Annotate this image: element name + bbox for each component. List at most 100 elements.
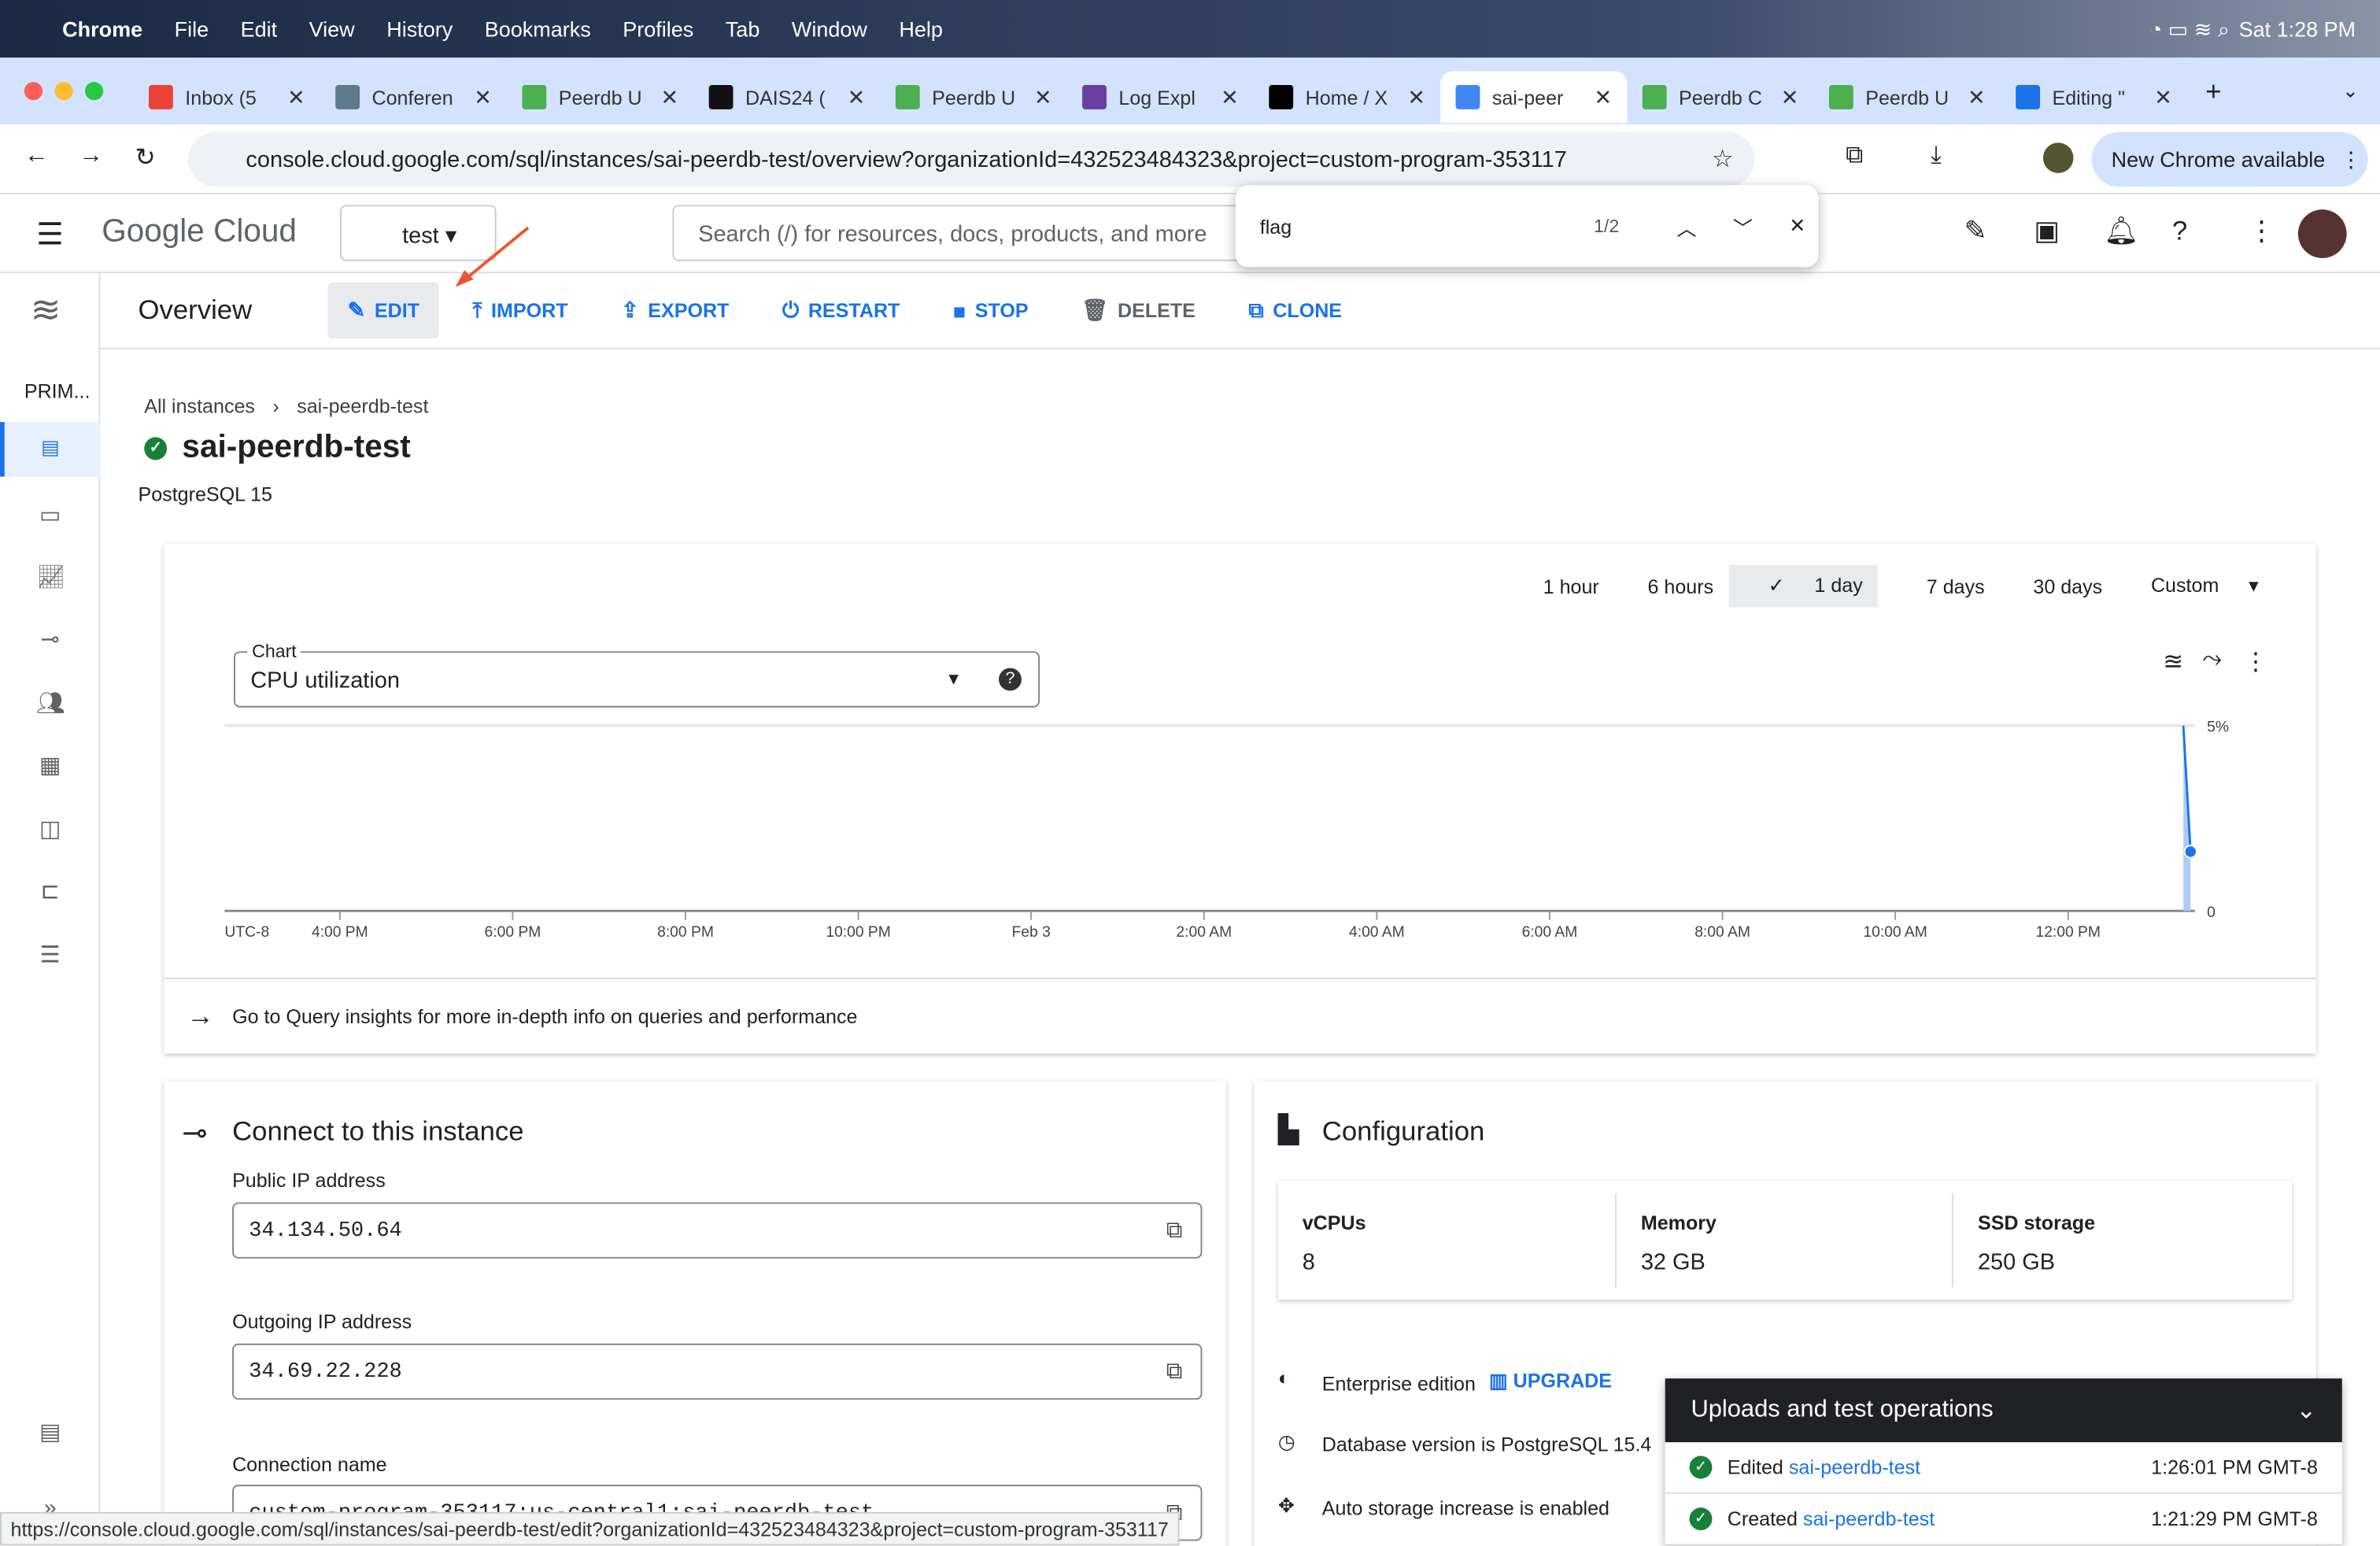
cloud-shell-icon[interactable]: ▣ <box>2034 216 2060 248</box>
time-range-option[interactable]: ✓ 1 day <box>1728 564 1879 608</box>
browser-tab[interactable]: Log Expl ✕ <box>1067 72 1254 124</box>
user-avatar[interactable] <box>2297 209 2347 258</box>
rail-backups-icon[interactable]: ◫ <box>36 816 64 843</box>
explore-chart-icon[interactable]: ⤳ <box>2202 647 2222 675</box>
reload-button[interactable]: ↻ <box>135 142 156 173</box>
tab-close-icon[interactable]: ✕ <box>1221 84 1239 110</box>
tab-close-icon[interactable]: ✕ <box>1595 84 1613 110</box>
wifi-icon[interactable]: ◔ ▭ ≋ ⌕ <box>2149 16 2230 42</box>
time-range-option[interactable]: 6 hours <box>1624 575 1713 597</box>
rail-system-insights-icon[interactable]: ▭ <box>36 501 64 528</box>
browser-tab[interactable]: Peerdb U ✕ <box>881 72 1067 124</box>
browser-tab[interactable]: Peerdb C ✕ <box>1627 72 1813 124</box>
notes-icon[interactable]: ✎ <box>1964 216 1987 248</box>
rail-connections-icon[interactable]: ⊸ <box>36 626 64 653</box>
rail-operations-icon[interactable]: ☰ <box>36 941 64 969</box>
google-cloud-logo[interactable]: Google Cloud <box>102 214 297 250</box>
browser-tab[interactable]: Editing " ✕ <box>2001 72 2187 124</box>
find-input[interactable]: flag <box>1260 215 1564 238</box>
legend-toggle-icon[interactable]: ≊ <box>2163 647 2183 678</box>
tab-close-icon[interactable]: ✕ <box>660 84 678 110</box>
tab-close-icon[interactable]: ✕ <box>474 84 492 110</box>
more-icon[interactable]: ⋮ <box>2248 216 2275 248</box>
help-icon[interactable]: ? <box>999 668 1022 691</box>
menu-tab[interactable]: Tab <box>726 17 760 41</box>
url-text[interactable]: console.cloud.google.com/sql/instances/s… <box>246 146 1566 172</box>
menu-profiles[interactable]: Profiles <box>623 17 693 41</box>
profile-avatar[interactable] <box>2042 142 2074 173</box>
operations-header[interactable]: Uploads and test operations ⌄ <box>1665 1378 2342 1443</box>
chart-more-icon[interactable]: ⋮ <box>2243 647 2267 678</box>
public-ip-field[interactable]: 34.134.50.64 ⧉ <box>232 1202 1203 1259</box>
import-button[interactable]: ⤒ IMPORT <box>473 298 568 324</box>
clone-button[interactable]: ⧉ CLONE <box>1248 298 1342 324</box>
operation-target-link[interactable]: sai-peerdb-test <box>1803 1507 1935 1530</box>
maximize-window-button[interactable] <box>85 82 104 101</box>
browser-tab[interactable]: DAIS24 (✕ <box>693 72 880 124</box>
browser-tab[interactable]: Peerdb U ✕ <box>507 72 693 124</box>
edit-button[interactable]: ✎ EDIT <box>327 282 440 339</box>
menu-view[interactable]: View <box>309 17 355 41</box>
search-input[interactable]: Search (/) for resources, docs, products… <box>672 205 1250 261</box>
new-tab-button[interactable]: + <box>2205 75 2221 107</box>
download-icon[interactable]: ⤓ <box>1931 142 1942 170</box>
hamburger-menu-icon[interactable]: ☰ <box>36 216 64 253</box>
tab-close-icon[interactable]: ✕ <box>2154 84 2172 110</box>
browser-tab[interactable]: sai-peer ✕ <box>1440 71 1628 124</box>
time-range-option[interactable]: 7 days <box>1902 575 1985 597</box>
rail-replicas-icon[interactable]: ⊏ <box>36 878 64 905</box>
outgoing-ip-field[interactable]: 34.69.22.228 ⧉ <box>232 1343 1203 1400</box>
rail-databases-icon[interactable]: ▦ <box>36 752 64 779</box>
rail-users-icon[interactable]: 👥︎ <box>36 690 65 717</box>
query-insights-link[interactable]: → Go to Query insights for more in-depth … <box>164 978 2317 1053</box>
find-close-button[interactable]: ✕ <box>1789 214 1805 239</box>
browser-tab[interactable]: Peerdb U ✕ <box>1814 72 2001 124</box>
public-ip-value[interactable]: 34.134.50.64 <box>249 1219 401 1244</box>
operation-target-link[interactable]: sai-peerdb-test <box>1789 1456 1920 1479</box>
rail-release-notes-icon[interactable]: ▤ <box>36 1418 64 1445</box>
tab-close-icon[interactable]: ✕ <box>1034 84 1052 110</box>
chart-select[interactable]: Chart CPU utilization ▾ ? <box>234 640 1040 708</box>
rail-overview[interactable]: ▤ <box>0 422 101 477</box>
collapse-icon[interactable]: ⌄ <box>2296 1395 2316 1426</box>
minimize-window-button[interactable] <box>54 82 73 101</box>
menu-window[interactable]: Window <box>792 17 867 41</box>
back-button[interactable]: ← <box>24 142 49 170</box>
menu-help[interactable]: Help <box>899 17 943 41</box>
menu-bookmarks[interactable]: Bookmarks <box>485 17 591 41</box>
bell-icon[interactable]: 🔔︎ <box>2104 216 2138 248</box>
bookmark-star-icon[interactable]: ☆ <box>1712 144 1734 175</box>
tab-close-icon[interactable]: ✕ <box>287 84 305 110</box>
copy-icon[interactable]: ⧉ <box>1166 1359 1183 1386</box>
stop-button[interactable]: ■ STOP <box>953 298 1029 323</box>
time-range-option[interactable]: Custom ▾ <box>2127 574 2259 598</box>
tab-close-icon[interactable]: ✕ <box>1781 84 1799 110</box>
delete-button[interactable]: 🗑︎ DELETE <box>1081 298 1196 324</box>
tab-close-icon[interactable]: ✕ <box>1968 84 1986 110</box>
time-range-option[interactable]: 30 days <box>2009 575 2102 597</box>
outgoing-ip-value[interactable]: 34.69.22.228 <box>249 1360 401 1385</box>
browser-tab[interactable]: Conferen ✕ <box>320 72 507 124</box>
tab-close-icon[interactable]: ✕ <box>1407 84 1425 110</box>
tab-close-icon[interactable]: ✕ <box>848 84 866 110</box>
find-prev-button[interactable]: ︿ <box>1677 212 1697 241</box>
rail-query-insights-icon[interactable]: 📈︎ <box>36 564 65 590</box>
close-window-button[interactable] <box>24 82 43 101</box>
time-range-option[interactable]: 1 hour <box>1519 575 1599 597</box>
sql-product-icon[interactable]: ≋ <box>31 288 61 332</box>
upgrade-button[interactable]: ▥ UPGRADE <box>1489 1370 1612 1394</box>
menu-edit[interactable]: Edit <box>241 17 278 41</box>
menu-app[interactable]: Chrome <box>62 17 142 41</box>
new-chrome-button[interactable]: New Chrome available ⋮ <box>2091 131 2368 187</box>
browser-tab[interactable]: Home / X ✕ <box>1254 72 1440 124</box>
menu-file[interactable]: File <box>175 17 209 41</box>
url-bar[interactable]: console.cloud.google.com/sql/instances/s… <box>188 131 1755 187</box>
menu-history[interactable]: History <box>386 17 453 41</box>
forward-button[interactable]: → <box>79 142 103 170</box>
restart-button[interactable]: ⏻ RESTART <box>782 298 900 324</box>
extensions-icon[interactable]: ⧉ <box>1846 142 1863 170</box>
copy-icon[interactable]: ⧉ <box>1166 1218 1183 1245</box>
tab-search-button[interactable]: ⌄ <box>2342 79 2359 103</box>
export-button[interactable]: ⇪ EXPORT <box>621 298 729 324</box>
help-icon[interactable]: ? <box>2172 216 2187 248</box>
